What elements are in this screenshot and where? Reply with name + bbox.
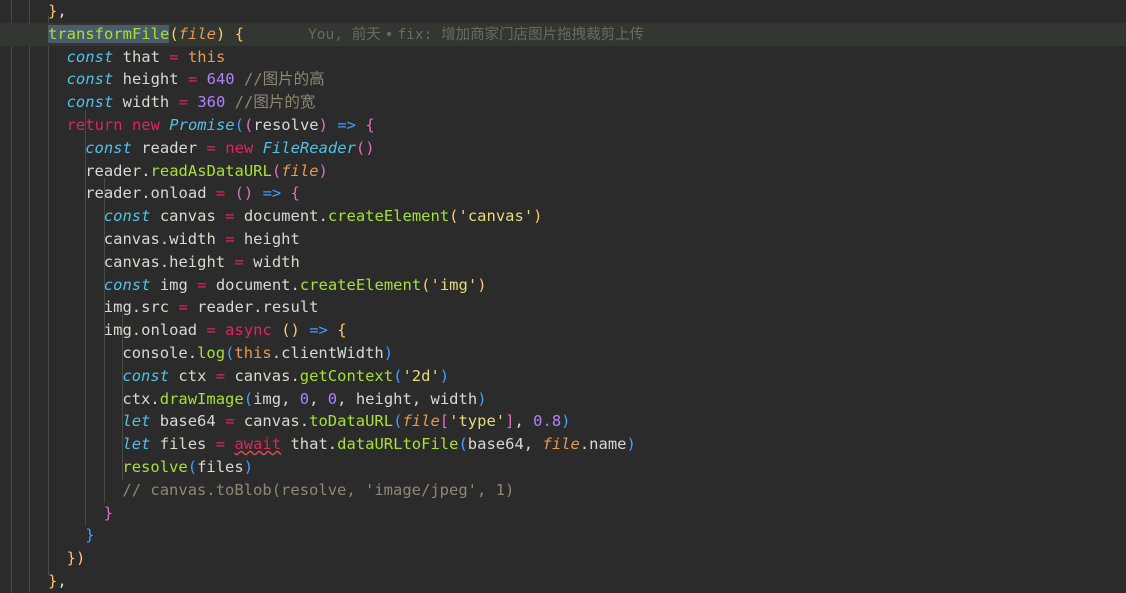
code-line-text: canvas.width = height xyxy=(103,229,300,248)
code-line-text: const ctx = canvas.getContext('2d') xyxy=(122,366,450,385)
code-line[interactable]: }, xyxy=(0,0,1126,23)
code-line-text: reader.onload = () => { xyxy=(85,184,300,203)
code-line-text: // canvas.toBlob(resolve, 'image/jpeg', … xyxy=(122,480,515,499)
code-line[interactable]: transformFile(file) { You, 前天 • fix: 增加商家门店… xyxy=(0,22,1126,46)
code-line[interactable]: const reader = new FileReader() xyxy=(0,137,1126,160)
code-line[interactable]: ctx.drawImage(img, 0, 0, height, width) xyxy=(0,388,1126,411)
code-line[interactable]: img.src = reader.result xyxy=(0,296,1126,319)
code-line[interactable]: } xyxy=(0,502,1126,525)
code-line[interactable]: // canvas.toBlob(resolve, 'image/jpeg', … xyxy=(0,479,1126,502)
code-line-text: return new Promise((resolve) => { xyxy=(66,115,375,134)
code-line[interactable]: let files = await that.dataURLtoFile(bas… xyxy=(0,433,1126,456)
code-line-text: const height = 640 //图片的高 xyxy=(66,70,325,89)
code-line[interactable]: const height = 640 //图片的高 xyxy=(0,68,1126,91)
code-line[interactable]: reader.onload = () => { xyxy=(0,182,1126,205)
code-line-text: transformFile(file) { xyxy=(48,24,245,43)
code-line-text: canvas.height = width xyxy=(103,252,300,271)
code-line-text: }, xyxy=(48,571,67,590)
blame-separator: • xyxy=(384,26,394,43)
code-line-text: console.log(this.clientWidth) xyxy=(122,343,394,362)
code-line[interactable]: const that = this xyxy=(0,46,1126,69)
code-line[interactable]: const ctx = canvas.getContext('2d') xyxy=(0,365,1126,388)
code-line-text: }, xyxy=(48,2,67,20)
code-line[interactable]: const img = document.createElement('img'… xyxy=(0,274,1126,297)
code-line-text: const img = document.createElement('img'… xyxy=(103,275,487,294)
code-line[interactable]: img.onload = async () => { xyxy=(0,319,1126,342)
blame-time: 前天 xyxy=(351,26,381,43)
code-lines-container[interactable]: }, transformFile(file) { You, 前天 • fix: 增加商家… xyxy=(0,0,1126,593)
code-line-text: img.src = reader.result xyxy=(103,298,319,317)
code-line-text: const reader = new FileReader() xyxy=(85,138,375,157)
code-line[interactable]: } xyxy=(0,524,1126,547)
code-line-text: resolve(files) xyxy=(122,457,254,476)
code-line-text: }) xyxy=(66,549,86,568)
blame-author: You xyxy=(308,26,335,43)
code-line[interactable]: let base64 = canvas.toDataURL(file['type… xyxy=(0,410,1126,433)
code-line[interactable]: resolve(files) xyxy=(0,456,1126,479)
code-line[interactable]: }) xyxy=(0,547,1126,570)
code-line-text: ctx.drawImage(img, 0, 0, height, width) xyxy=(122,389,487,408)
code-line-text: reader.readAsDataURL(file) xyxy=(85,161,328,180)
code-line-text: const canvas = document.createElement('c… xyxy=(103,207,543,226)
code-line-text: let files = await that.dataURLtoFile(bas… xyxy=(122,435,636,454)
code-line-text: } xyxy=(103,503,114,522)
code-editor[interactable]: }, transformFile(file) { You, 前天 • fix: 增加商家… xyxy=(0,0,1126,593)
code-line[interactable]: console.log(this.clientWidth) xyxy=(0,342,1126,365)
code-line[interactable]: const width = 360 //图片的宽 xyxy=(0,91,1126,114)
code-line[interactable]: reader.readAsDataURL(file) xyxy=(0,160,1126,183)
code-line[interactable]: }, xyxy=(0,570,1126,593)
code-line-text: img.onload = async () => { xyxy=(103,321,347,340)
git-blame-annotation[interactable]: You, 前天 • fix: 增加商家门店图片拖拽裁剪上传 xyxy=(308,27,644,43)
code-line-text: let base64 = canvas.toDataURL(file['type… xyxy=(122,412,571,431)
code-line[interactable]: canvas.height = width xyxy=(0,251,1126,274)
code-line[interactable]: canvas.width = height xyxy=(0,228,1126,251)
code-line-text: const width = 360 //图片的宽 xyxy=(66,93,316,112)
code-line-text: } xyxy=(85,526,95,545)
code-line[interactable]: return new Promise((resolve) => { xyxy=(0,114,1126,137)
code-line[interactable]: const canvas = document.createElement('c… xyxy=(0,205,1126,228)
blame-message: fix: 增加商家门店图片拖拽裁剪上传 xyxy=(397,26,645,43)
code-line-text: const that = this xyxy=(66,47,226,66)
